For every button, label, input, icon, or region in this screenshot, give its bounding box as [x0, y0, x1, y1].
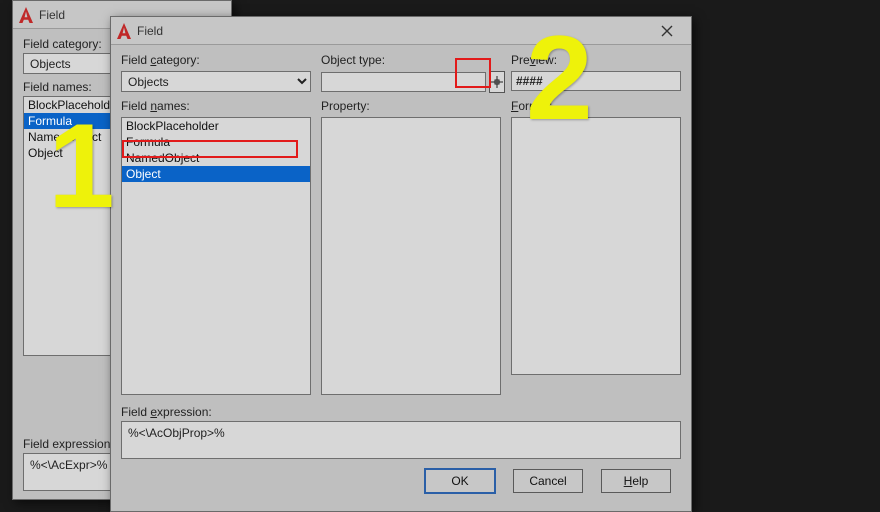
object-type-label: Object type:	[321, 53, 501, 67]
property-list[interactable]	[321, 117, 501, 395]
list-item[interactable]: Formula	[122, 134, 310, 150]
close-icon	[661, 25, 673, 37]
titlebar: Field	[111, 17, 691, 45]
dialog-button-row: OK Cancel Help	[121, 463, 681, 503]
field-names-label: Field names:	[121, 99, 311, 113]
autocad-logo-icon	[117, 23, 131, 39]
window-title: Field	[137, 24, 163, 38]
format-label: Format:	[511, 99, 681, 113]
field-expression-label: Field expression:	[121, 405, 681, 419]
property-label: Property:	[321, 99, 501, 113]
cancel-button[interactable]: Cancel	[513, 469, 583, 493]
list-item[interactable]: BlockPlaceholder	[122, 118, 310, 134]
close-button[interactable]	[649, 20, 685, 42]
list-item[interactable]: NamedObject	[122, 150, 310, 166]
field-category-label: Field category:	[121, 53, 311, 67]
format-list[interactable]	[511, 117, 681, 375]
select-object-button[interactable]	[489, 71, 505, 93]
field-expression-output: %<\AcObjProp>%	[121, 421, 681, 459]
window-title: Field	[39, 8, 65, 22]
preview-output	[511, 71, 681, 91]
field-dialog-front: Field Field category: Object type: Previ…	[110, 16, 692, 512]
ok-button[interactable]: OK	[425, 469, 495, 493]
preview-label: Preview:	[511, 53, 681, 67]
object-type-input[interactable]	[321, 72, 486, 92]
list-item[interactable]: Object	[122, 166, 310, 182]
crosshair-icon	[490, 75, 504, 89]
field-category-select[interactable]: Objects	[121, 71, 311, 92]
autocad-logo-icon	[19, 7, 33, 23]
help-button[interactable]: Help	[601, 469, 671, 493]
field-names-list[interactable]: BlockPlaceholder Formula NamedObject Obj…	[121, 117, 311, 395]
